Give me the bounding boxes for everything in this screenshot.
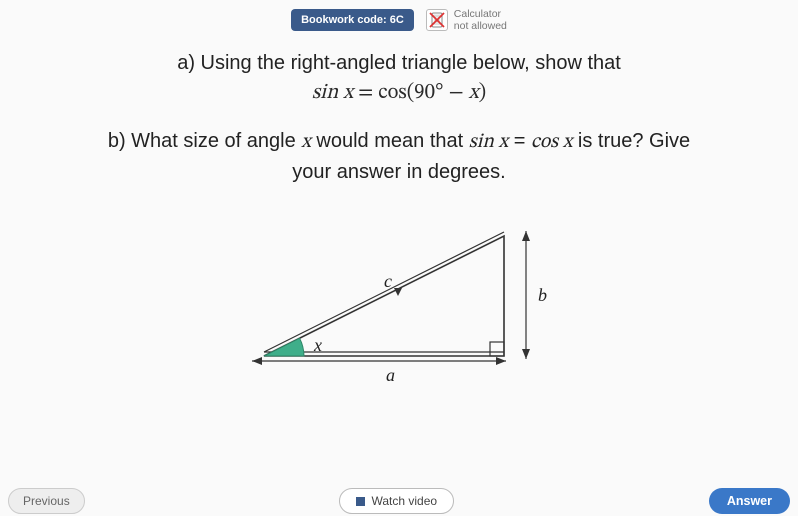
part-a-equation: sin x = cos(90° − x)	[28, 80, 770, 106]
label-b: b	[538, 285, 547, 305]
question-body: a) Using the right-angled triangle below…	[0, 36, 798, 391]
label-c: c	[384, 271, 392, 291]
eq-equals: =	[358, 82, 378, 103]
previous-button[interactable]: Previous	[8, 488, 85, 514]
part-a-text: a) Using the right-angled triangle below…	[28, 48, 770, 78]
calculator-status: Calculator not allowed	[426, 8, 507, 32]
calculator-not-allowed-icon	[426, 9, 448, 31]
part-b-block: b) What size of angle x would mean that …	[28, 126, 770, 187]
watch-video-button[interactable]: Watch video	[339, 488, 454, 514]
eq-lhs: sin x	[312, 82, 353, 103]
calculator-line1: Calculator	[454, 8, 507, 20]
footer-row: Previous Watch video Answer	[0, 488, 798, 514]
question-header: Bookwork code: 6C Calculator not allowed	[0, 0, 798, 36]
part-b-line1: b) What size of angle x would mean that …	[28, 126, 770, 157]
bookwork-badge: Bookwork code: 6C	[291, 9, 414, 31]
triangle-figure: c b a x	[234, 211, 564, 391]
triangle-figure-wrap: c b a x	[28, 211, 770, 391]
watch-video-label: Watch video	[371, 494, 437, 508]
label-a: a	[386, 365, 395, 385]
eq-rhs: cos(90° − x)	[378, 82, 486, 103]
label-x: x	[313, 335, 322, 355]
part-b-line2: your answer in degrees.	[28, 157, 770, 187]
calculator-line2: not allowed	[454, 20, 507, 32]
calculator-status-text: Calculator not allowed	[454, 8, 507, 32]
answer-button[interactable]: Answer	[709, 488, 790, 514]
video-icon	[356, 497, 365, 506]
